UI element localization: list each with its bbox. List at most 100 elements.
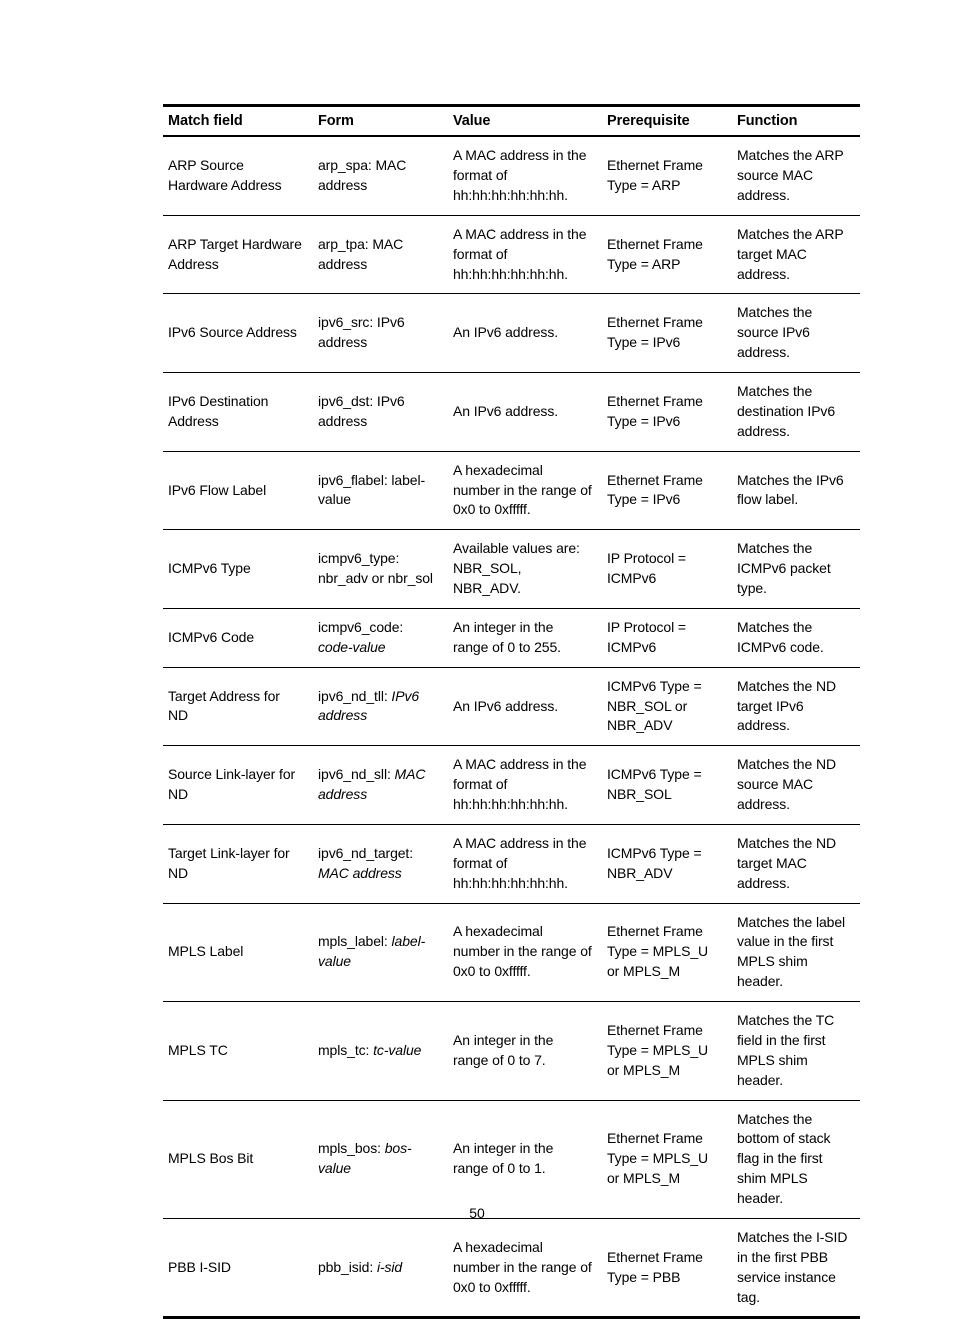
cell-match-field: Target Link-layer for ND [163,824,313,904]
cell-match-field: IPv6 Source Address [163,293,313,373]
document-page: Match field Form Value Prerequisite Func… [0,0,954,1319]
cell-value: A MAC address in the format of hh:hh:hh:… [448,824,602,904]
cell-match-field: Source Link-layer for ND [163,745,313,825]
form-plain-text: mpls_bos: [318,1140,381,1157]
form-plain-text: mpls_tc: [318,1041,374,1058]
form-italic-text: MAC address [318,864,402,881]
cell-value: A MAC address in the format of hh:hh:hh:… [448,745,602,825]
cell-form: icmpv6_code: code-value [313,608,448,668]
table-row: IPv6 Flow Label ipv6_flabel: label-value A… [163,451,860,531]
cell-form: icmpv6_type: nbr_adv or nbr_sol [313,529,448,609]
cell-form: ipv6_src: IPv6 address [313,293,448,373]
column-header-form: Form [313,104,448,138]
cell-form: mpls_label: label-value [313,903,448,1002]
cell-function: Matches the ND target MAC address. [732,824,860,904]
form-plain-text: ipv6_nd_target: [318,844,414,861]
match-field-table: Match field Form Value Prerequisite Func… [163,104,860,1319]
form-plain-text: icmpv6_type: nbr_adv or nbr_sol [318,550,433,587]
cell-form: ipv6_nd_target: MAC address [313,824,448,904]
cell-prerequisite: Ethernet Frame Type = PBB [602,1218,732,1319]
cell-prerequisite: IP Protocol = ICMPv6 [602,608,732,668]
cell-value: An integer in the range of 0 to 7. [448,1001,602,1101]
cell-value: A hexadecimal number in the range of 0x0… [448,1218,602,1319]
cell-match-field: ICMPv6 Type [163,529,313,609]
table-row: PBB I-SID pbb_isid: i-sid A hexadecimal nu… [163,1218,860,1319]
cell-match-field: MPLS TC [163,1001,313,1101]
table-row: IPv6 Destination Address ipv6_dst: IPv6 a… [163,372,860,452]
cell-value: Available values are: NBR_SOL, NBR_ADV. [448,529,602,609]
cell-value: An IPv6 address. [448,293,602,373]
cell-form: ipv6_nd_tll: IPv6 address [313,667,448,747]
cell-match-field: Target Address for ND [163,667,313,747]
cell-function: Matches the destination IPv6 address. [732,372,860,452]
cell-match-field: ARP Source Hardware Address [163,136,313,216]
cell-form: mpls_tc: tc-value [313,1001,448,1101]
cell-match-field: ICMPv6 Code [163,608,313,668]
cell-function: Matches the IPv6 flow label. [732,451,860,531]
cell-function: Matches the ND target IPv6 address. [732,667,860,747]
form-plain-text: pbb_isid: [318,1258,377,1275]
cell-form: ipv6_flabel: label-value [313,451,448,531]
column-header-function: Function [732,104,860,138]
cell-prerequisite: Ethernet Frame Type = ARP [602,136,732,216]
cell-prerequisite: Ethernet Frame Type = MPLS_U or MPLS_M [602,903,732,1002]
cell-prerequisite: ICMPv6 Type = NBR_SOL or NBR_ADV [602,667,732,747]
cell-value: A hexadecimal number in the range of 0x0… [448,451,602,531]
table-row: ARP Target Hardware Address arp_tpa: MAC … [163,215,860,295]
table-row: MPLS TC mpls_tc: tc-value An integer in th… [163,1001,860,1101]
cell-function: Matches the ND source MAC address. [732,745,860,825]
cell-function: Matches the ICMPv6 code. [732,608,860,668]
form-plain-text: ipv6_nd_sll: [318,766,395,783]
cell-value: A MAC address in the format of hh:hh:hh:… [448,136,602,216]
cell-match-field: PBB I-SID [163,1218,313,1319]
table-header-row: Match field Form Value Prerequisite Func… [163,104,860,138]
table-header: Match field Form Value Prerequisite Func… [163,104,860,138]
table-row: ICMPv6 Type icmpv6_type: nbr_adv or nbr_s… [163,529,860,609]
form-plain-text: arp_tpa: MAC address [318,235,404,272]
cell-form: ipv6_nd_sll: MAC address [313,745,448,825]
form-plain-text: ipv6_flabel: label-value [318,471,426,508]
cell-prerequisite: ICMPv6 Type = NBR_SOL [602,745,732,825]
cell-function: Matches the I-SID in the first PBB servi… [732,1218,860,1319]
cell-prerequisite: Ethernet Frame Type = ARP [602,215,732,295]
cell-prerequisite: Ethernet Frame Type = IPv6 [602,372,732,452]
table-row: MPLS Bos Bit mpls_bos: bos-value An intege… [163,1100,860,1219]
cell-form: arp_tpa: MAC address [313,215,448,295]
form-plain-text: ipv6_nd_tll: [318,687,392,704]
form-italic-text: code-value [318,638,386,655]
table-row: MPLS Label mpls_label: label-value A hexad… [163,903,860,1002]
form-plain-text: icmpv6_code: [318,618,404,635]
cell-function: Matches the ARP target MAC address. [732,215,860,295]
cell-prerequisite: Ethernet Frame Type = IPv6 [602,451,732,531]
cell-form: ipv6_dst: IPv6 address [313,372,448,452]
cell-match-field: ARP Target Hardware Address [163,215,313,295]
cell-form: mpls_bos: bos-value [313,1100,448,1219]
column-header-prerequisite: Prerequisite [602,104,732,138]
form-plain-text: ipv6_src: IPv6 address [318,314,405,351]
cell-match-field: IPv6 Destination Address [163,372,313,452]
table-row: ARP Source Hardware Address arp_spa: MAC … [163,136,860,216]
column-header-value: Value [448,104,602,138]
form-italic-text: tc-value [373,1041,422,1058]
table-row: ICMPv6 Code icmpv6_code: code-value An int… [163,608,860,668]
cell-prerequisite: Ethernet Frame Type = MPLS_U or MPLS_M [602,1100,732,1219]
cell-match-field: MPLS Bos Bit [163,1100,313,1219]
cell-prerequisite: Ethernet Frame Type = IPv6 [602,293,732,373]
cell-value: An integer in the range of 0 to 1. [448,1100,602,1219]
cell-function: Matches the ARP source MAC address. [732,136,860,216]
cell-prerequisite: IP Protocol = ICMPv6 [602,529,732,609]
cell-prerequisite: ICMPv6 Type = NBR_ADV [602,824,732,904]
cell-function: Matches the ICMPv6 packet type. [732,529,860,609]
form-italic-text: i-sid [376,1258,403,1275]
table-row: Target Link-layer for ND ipv6_nd_target: … [163,824,860,904]
cell-value: A MAC address in the format of hh:hh:hh:… [448,215,602,295]
cell-form: arp_spa: MAC address [313,136,448,216]
form-plain-text: arp_spa: MAC address [318,157,407,193]
page-number: 50 [469,1205,485,1221]
table-row: IPv6 Source Address ipv6_src: IPv6 addres… [163,293,860,373]
match-field-table-container: Match field Form Value Prerequisite Func… [163,104,860,1319]
form-plain-text: mpls_label: [318,933,388,950]
cell-match-field: MPLS Label [163,903,313,1002]
cell-value: An IPv6 address. [448,667,602,747]
column-header-match-field: Match field [163,104,313,138]
